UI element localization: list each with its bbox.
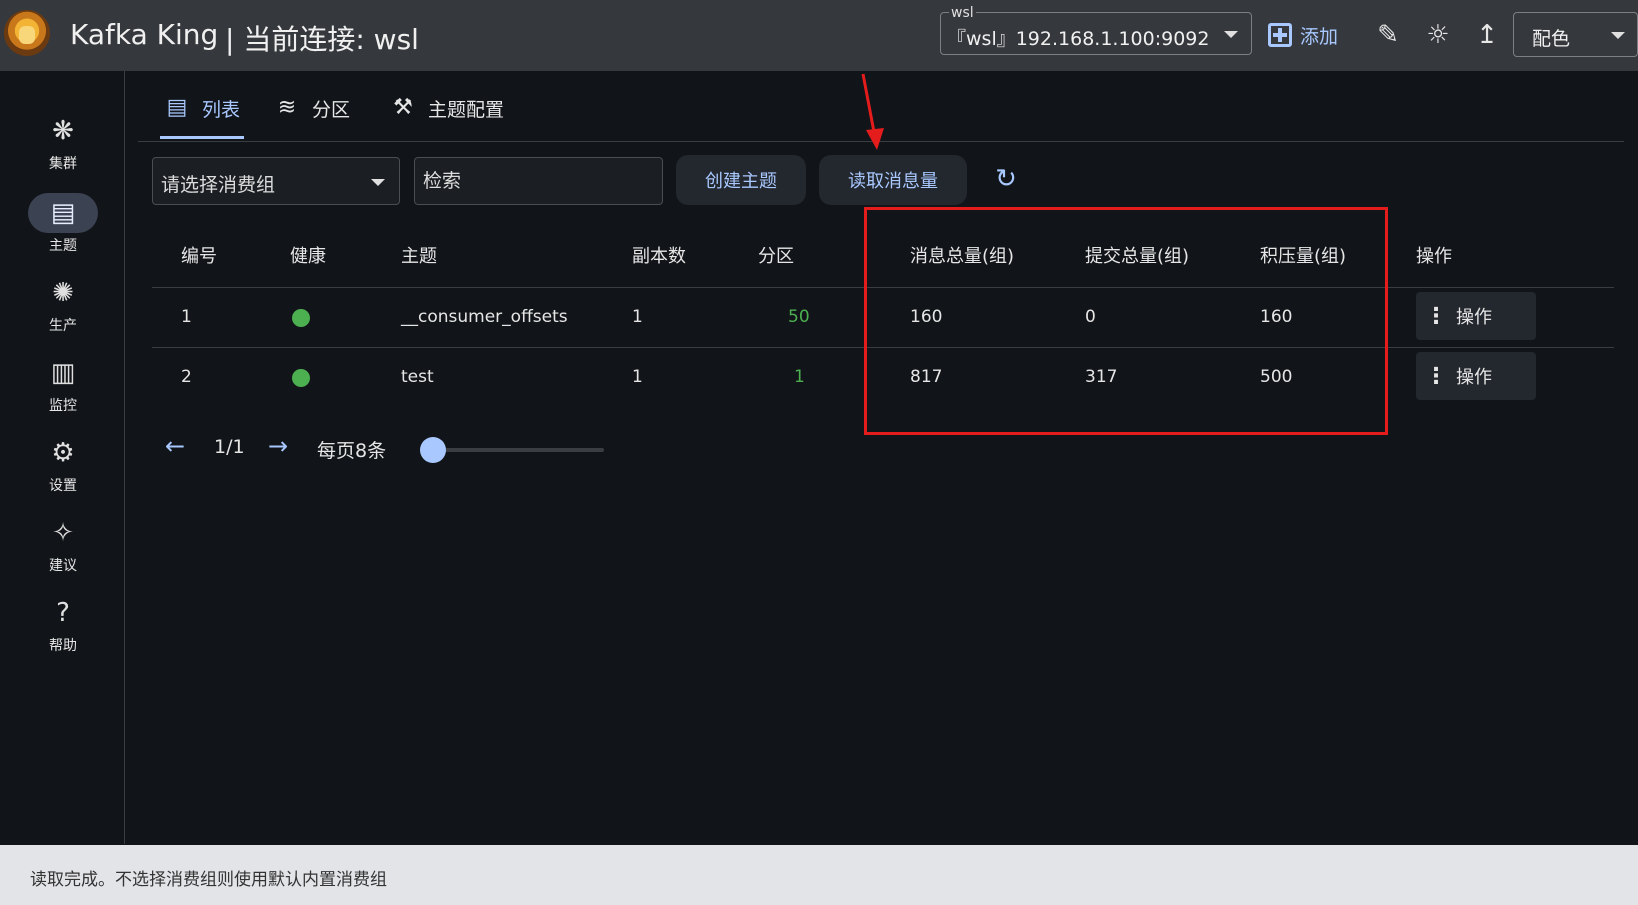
monitor-icon: ▥ bbox=[50, 358, 76, 388]
sidebar-item-label: 生产 bbox=[49, 318, 77, 334]
partition-count[interactable]: 1 bbox=[794, 367, 805, 387]
sidebar-item-label: 设置 bbox=[49, 478, 77, 494]
add-connection-button[interactable]: 添加 bbox=[1268, 20, 1338, 50]
kebab-menu-icon: ⋮ bbox=[1425, 363, 1447, 389]
row-id: 2 bbox=[181, 367, 192, 387]
column-header: 分区 bbox=[758, 246, 794, 267]
row-action-label: 操作 bbox=[1456, 367, 1492, 388]
chevron-down-icon bbox=[371, 179, 385, 186]
health-ok-icon bbox=[292, 309, 310, 327]
sidebar-item-label: 帮助 bbox=[49, 638, 77, 654]
column-header: 副本数 bbox=[632, 246, 686, 267]
sidebar: ❋ 集群 ▤ 主题 ✺ 生产 ▥ 监控 ⚙ 设置 ✧ 建议 ? 帮助 bbox=[0, 71, 125, 844]
topic-tabs: ▤ 列表 ≋ 分区 ⚒ 主题配置 bbox=[138, 79, 1624, 142]
create-topic-button[interactable]: 创建主题 bbox=[676, 155, 806, 205]
status-message: 读取完成。不选择消费组则使用默认内置消费组 bbox=[30, 870, 387, 890]
next-page-icon[interactable]: → bbox=[268, 432, 288, 460]
chevron-down-icon bbox=[1224, 31, 1238, 38]
tab-partition-label: 分区 bbox=[312, 99, 351, 121]
partition-icon: ≋ bbox=[277, 95, 297, 120]
refresh-icon[interactable]: ↻ bbox=[990, 163, 1022, 195]
tab-list[interactable]: ▤ 列表 bbox=[160, 95, 245, 139]
prev-page-icon[interactable]: ← bbox=[165, 432, 185, 460]
sidebar-item-suggest[interactable]: ✧ 建议 bbox=[28, 513, 98, 585]
row-id: 1 bbox=[181, 307, 192, 327]
suggest-icon: ✧ bbox=[52, 518, 74, 548]
theme-brightness-icon[interactable]: ☼ bbox=[1423, 20, 1453, 50]
search-input[interactable] bbox=[414, 157, 663, 205]
add-connection-label: 添加 bbox=[1300, 25, 1339, 48]
tools-icon: ⚒ bbox=[393, 95, 413, 120]
column-header: 主题 bbox=[401, 246, 437, 267]
app-header: Kafka King | 当前连接: wsl wsl 『wsl』192.168.… bbox=[0, 0, 1638, 71]
topic-name: test bbox=[401, 367, 434, 387]
replica-count: 1 bbox=[632, 367, 643, 387]
sidebar-item-label: 监控 bbox=[49, 398, 77, 414]
add-box-icon bbox=[1268, 23, 1292, 47]
tab-topic-config[interactable]: ⚒ 主题配置 bbox=[390, 95, 504, 139]
topic-name: __consumer_offsets bbox=[401, 307, 568, 327]
annotation-highlight-box bbox=[864, 207, 1388, 435]
status-bar: 读取完成。不选择消费组则使用默认内置消费组 bbox=[0, 845, 1638, 905]
connection-select-value: 『wsl』192.168.1.100:9092 bbox=[947, 28, 1210, 50]
page-size-slider[interactable] bbox=[434, 448, 604, 452]
produce-icon: ✺ bbox=[52, 278, 74, 308]
sidebar-item-topic[interactable]: ▤ 主题 bbox=[28, 193, 98, 265]
sidebar-item-monitor[interactable]: ▥ 监控 bbox=[28, 353, 98, 425]
cluster-icon: ❋ bbox=[52, 116, 74, 146]
tab-partition[interactable]: ≋ 分区 bbox=[274, 95, 350, 139]
column-header: 编号 bbox=[181, 246, 217, 267]
health-ok-icon bbox=[292, 369, 310, 387]
column-header: 健康 bbox=[290, 246, 326, 267]
sidebar-item-help[interactable]: ? 帮助 bbox=[28, 593, 98, 665]
tab-list-label: 列表 bbox=[202, 99, 241, 121]
partition-count[interactable]: 50 bbox=[788, 307, 810, 327]
list-icon: ▤ bbox=[166, 95, 188, 120]
sidebar-item-produce[interactable]: ✺ 生产 bbox=[28, 273, 98, 345]
connection-select-label: wsl bbox=[949, 5, 976, 21]
row-action-button[interactable]: ⋮ 操作 bbox=[1416, 292, 1536, 340]
sidebar-item-label: 主题 bbox=[49, 238, 77, 254]
page-indicator: 1/1 bbox=[214, 436, 245, 458]
row-action-label: 操作 bbox=[1456, 307, 1492, 328]
help-icon: ? bbox=[56, 598, 70, 628]
settings-icon: ⚙ bbox=[51, 438, 75, 468]
sidebar-item-label: 建议 bbox=[49, 558, 77, 574]
read-message-count-button[interactable]: 读取消息量 bbox=[819, 155, 967, 205]
topic-icon: ▤ bbox=[28, 193, 98, 233]
page-size-slider-thumb[interactable] bbox=[420, 437, 446, 463]
kebab-menu-icon: ⋮ bbox=[1425, 303, 1447, 329]
lion-logo-icon bbox=[4, 10, 50, 56]
sidebar-item-settings[interactable]: ⚙ 设置 bbox=[28, 433, 98, 505]
chevron-down-icon bbox=[1611, 32, 1625, 39]
color-scheme-value: 配色 bbox=[1532, 28, 1571, 50]
tab-topic-config-label: 主题配置 bbox=[428, 99, 505, 121]
current-connection-label: | 当前连接: wsl bbox=[225, 23, 419, 56]
color-scheme-select[interactable]: 配色 bbox=[1513, 12, 1638, 57]
consumer-group-placeholder: 请选择消费组 bbox=[161, 174, 276, 196]
column-header: 操作 bbox=[1416, 246, 1452, 267]
sidebar-item-label: 集群 bbox=[49, 156, 77, 172]
row-action-button[interactable]: ⋮ 操作 bbox=[1416, 352, 1536, 400]
connection-select[interactable]: wsl 『wsl』192.168.1.100:9092 bbox=[940, 5, 1252, 55]
page-size-label: 每页8条 bbox=[317, 440, 387, 462]
upload-arrow-icon[interactable]: ↥ bbox=[1472, 20, 1502, 50]
edit-pencil-icon[interactable]: ✎ bbox=[1373, 20, 1403, 50]
replica-count: 1 bbox=[632, 307, 643, 327]
consumer-group-select[interactable]: 请选择消费组 bbox=[152, 157, 400, 205]
app-title: Kafka King bbox=[70, 18, 219, 51]
sidebar-item-cluster[interactable]: ❋ 集群 bbox=[28, 111, 98, 183]
